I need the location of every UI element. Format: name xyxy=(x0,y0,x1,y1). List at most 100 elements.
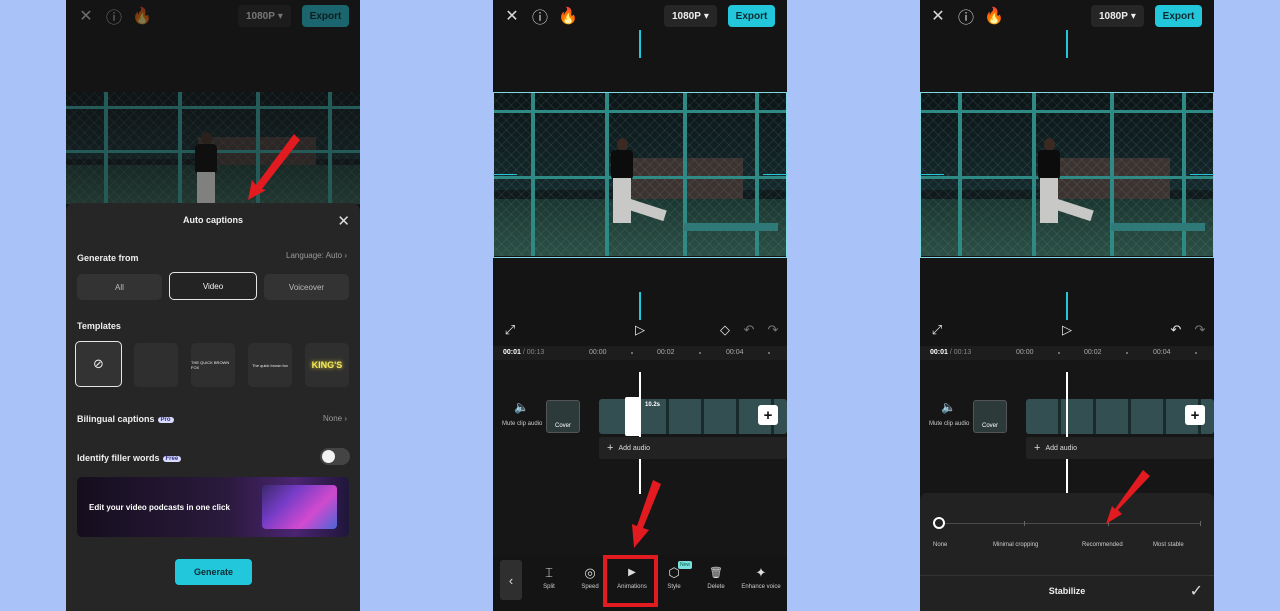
close-icon[interactable]: ✕ xyxy=(928,6,948,26)
close-icon[interactable]: ✕ xyxy=(337,212,350,230)
undo-icon[interactable]: ↶ xyxy=(739,320,759,340)
template-kings[interactable]: KING'S xyxy=(305,343,349,387)
add-audio-button[interactable]: + Add audio xyxy=(599,437,787,459)
fullscreen-icon[interactable]: ⤢ xyxy=(927,320,947,340)
horizontal-guide xyxy=(920,174,944,175)
fullscreen-icon[interactable]: ⤢ xyxy=(500,320,520,340)
template-blank[interactable] xyxy=(134,343,178,387)
add-clip-button[interactable]: + xyxy=(1185,405,1205,425)
split-icon: ⌶ xyxy=(545,565,553,580)
template-none[interactable]: ⊘ xyxy=(75,341,122,387)
segment-video[interactable]: Video xyxy=(169,272,257,300)
flame-icon[interactable]: 🔥 xyxy=(132,6,152,26)
help-icon[interactable]: ⓘ xyxy=(104,6,124,27)
podcast-promo-banner[interactable]: Edit your video podcasts in one click xyxy=(77,477,349,537)
mute-clip-audio-label[interactable]: Mute clip audio xyxy=(929,421,969,427)
add-clip-button[interactable]: + xyxy=(758,405,778,425)
tool-label: Animations xyxy=(617,584,647,590)
resolution-label: 1080P xyxy=(1099,10,1128,22)
language-selector[interactable]: Language: Auto › xyxy=(286,251,347,260)
video-preview xyxy=(493,92,787,256)
total-time: / 00:13 xyxy=(949,349,972,356)
tool-label: Speed xyxy=(581,584,599,590)
tool-animations[interactable]: ▶ Animations xyxy=(610,564,654,590)
vertical-guide xyxy=(639,30,641,58)
video-preview xyxy=(920,92,1214,256)
current-time: 00:01 xyxy=(930,349,948,356)
close-icon[interactable]: ✕ xyxy=(76,6,96,26)
flame-icon[interactable]: 🔥 xyxy=(558,6,578,26)
close-icon[interactable]: ✕ xyxy=(502,6,522,26)
segment-all[interactable]: All xyxy=(77,274,162,300)
redo-icon[interactable]: ↷ xyxy=(1190,320,1210,340)
stabilize-slider-knob[interactable] xyxy=(933,517,945,529)
bilingual-text: Bilingual captions xyxy=(77,414,155,424)
mute-clip-audio-label[interactable]: Mute clip audio xyxy=(502,421,542,427)
export-button[interactable]: Export xyxy=(1155,5,1202,27)
resolution-button[interactable]: 1080P ▾ xyxy=(664,5,717,27)
add-audio-button[interactable]: + Add audio xyxy=(1026,437,1214,459)
tick-label: 00:04 xyxy=(1153,349,1171,356)
tool-label: Delete xyxy=(707,584,725,590)
tool-delete[interactable]: 🗑 Delete xyxy=(694,564,738,590)
timecode: 00:01 / 00:13 xyxy=(930,349,971,356)
stabilize-option-minimal[interactable]: Minimal cropping xyxy=(993,542,1038,548)
speaker-icon[interactable]: 🔈 xyxy=(941,400,956,414)
resolution-button[interactable]: 1080P ▾ xyxy=(238,5,291,27)
filler-words-toggle[interactable] xyxy=(320,448,350,465)
caret-down-icon: ▾ xyxy=(1130,10,1136,22)
playhead[interactable] xyxy=(1066,372,1068,494)
tool-speed[interactable]: ◎ Speed xyxy=(568,564,612,590)
vertical-guide xyxy=(639,292,641,320)
speaker-icon[interactable]: 🔈 xyxy=(514,400,529,414)
top-bar: ✕ ⓘ 🔥 1080P ▾ Export xyxy=(66,0,360,32)
caret-down-icon: ▾ xyxy=(703,10,709,22)
help-icon[interactable]: ⓘ xyxy=(530,6,550,27)
tool-enhance-voice[interactable]: ✦ Enhance voice xyxy=(739,564,783,590)
tool-style[interactable]: New ⬡ Style xyxy=(652,561,696,590)
filler-words-label: Identify filler words Free xyxy=(77,453,182,463)
bilingual-value: None xyxy=(322,414,343,423)
speed-icon: ◎ xyxy=(584,565,596,580)
cover-thumbnail[interactable]: Cover xyxy=(973,400,1007,433)
play-icon[interactable]: ▷ xyxy=(1057,320,1077,340)
stabilize-slider-track[interactable] xyxy=(939,523,1201,524)
total-time: / 00:13 xyxy=(522,349,545,356)
vertical-guide xyxy=(1066,30,1068,58)
flame-icon[interactable]: 🔥 xyxy=(984,6,1004,26)
template-quick-brown-caps[interactable]: THE QUICK BROWN FOX xyxy=(191,343,235,387)
stabilize-option-none[interactable]: None xyxy=(933,542,947,548)
play-icon[interactable]: ▷ xyxy=(630,320,650,340)
back-chevron-icon[interactable]: ‹ xyxy=(500,560,522,600)
caret-down-icon: ▾ xyxy=(277,10,283,22)
bilingual-selector[interactable]: None › xyxy=(323,414,347,423)
templates-label: Templates xyxy=(77,321,121,331)
add-audio-label: Add audio xyxy=(1045,444,1077,452)
generate-button[interactable]: Generate xyxy=(175,559,252,585)
sheet-title: Auto captions xyxy=(183,215,243,225)
stabilize-option-recommended[interactable]: Recommended xyxy=(1082,542,1123,548)
resolution-button[interactable]: 1080P ▾ xyxy=(1091,5,1144,27)
stabilize-option-most-stable[interactable]: Most stable xyxy=(1153,542,1184,548)
timecode: 00:01 / 00:13 xyxy=(503,349,544,356)
keyframe-icon[interactable]: ◇ xyxy=(715,320,735,340)
redo-icon[interactable]: ↷ xyxy=(763,320,783,340)
help-icon[interactable]: ⓘ xyxy=(956,6,976,27)
cover-thumbnail[interactable]: Cover xyxy=(546,400,580,433)
export-button[interactable]: Export xyxy=(302,5,349,27)
chevron-right-icon: › xyxy=(344,414,347,423)
playhead[interactable] xyxy=(639,372,641,494)
tool-split[interactable]: ⌶ Split xyxy=(527,564,571,590)
phone-screen-editor-animations: ✕ ⓘ 🔥 1080P ▾ Export ⤢ ▷ ◇ ↶ ↷ 00:01 / 00… xyxy=(493,0,787,611)
checkmark-icon[interactable]: ✓ xyxy=(1190,581,1203,601)
top-bar: ✕ ⓘ 🔥 1080P ▾ Export xyxy=(493,0,787,32)
segment-voiceover[interactable]: Voiceover xyxy=(264,274,349,300)
stabilize-sheet: None Minimal cropping Recommended Most s… xyxy=(920,493,1214,611)
clip-duration: 10.2s xyxy=(645,402,661,408)
template-quick-brown[interactable]: The quick brown fox xyxy=(248,343,292,387)
tick-label: 00:02 xyxy=(657,349,675,356)
chevron-right-icon: › xyxy=(344,251,347,260)
tick-label: 00:04 xyxy=(726,349,744,356)
undo-icon[interactable]: ↶ xyxy=(1166,320,1186,340)
export-button[interactable]: Export xyxy=(728,5,775,27)
